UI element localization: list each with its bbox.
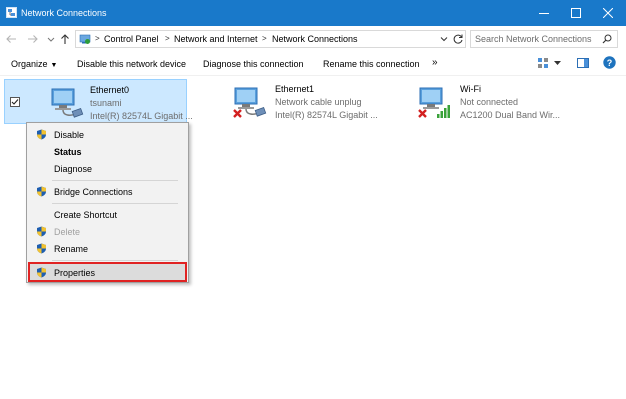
menu-separator (52, 180, 178, 181)
more-commands-button[interactable]: » (432, 57, 438, 68)
up-arrow-icon[interactable] (59, 33, 71, 45)
window-title: Network Connections (21, 8, 107, 18)
menu-item-status[interactable]: Status (28, 143, 187, 160)
close-icon (603, 8, 613, 18)
menu-separator (52, 203, 178, 204)
shield-icon (37, 226, 46, 237)
address-dropdown-icon[interactable] (439, 34, 449, 44)
svg-text:?: ? (607, 58, 613, 68)
address-bar: > Control Panel > Network and Internet >… (0, 26, 626, 52)
connection-item-wifi[interactable]: Wi-Fi Not connected AC1200 Dual Band Wir… (417, 79, 587, 124)
breadcrumb-separator-icon: > (262, 34, 267, 43)
context-menu: Disable Status Diagnose Bridge Connectio… (26, 122, 189, 283)
forward-arrow-icon[interactable] (27, 33, 39, 45)
shield-icon (37, 129, 46, 140)
menu-item-rename[interactable]: Rename (28, 240, 187, 257)
rename-connection-button[interactable]: Rename this connection (323, 59, 420, 69)
close-button[interactable] (592, 0, 624, 26)
organize-label: Organize (11, 59, 48, 69)
breadcrumb-network-and-internet[interactable]: Network and Internet (174, 34, 258, 44)
connection-name: Ethernet0 (90, 85, 130, 95)
caret-down-icon: ▼ (50, 62, 58, 69)
menu-item-bridge-connections[interactable]: Bridge Connections (28, 183, 187, 200)
menu-separator (52, 260, 178, 261)
connection-adapter: Intel(R) 82574L Gigabit ... (90, 111, 193, 121)
menu-item-label: Rename (54, 244, 89, 254)
item-checkbox[interactable] (10, 97, 20, 107)
connection-item-ethernet0[interactable]: Ethernet0 tsunami Intel(R) 82574L Gigabi… (4, 79, 193, 124)
command-bar: Organize ▼ Disable this network device Di… (0, 52, 626, 76)
connection-item-ethernet1[interactable]: Ethernet1 Network cable unplug Intel(R) … (232, 79, 410, 124)
maximize-button[interactable] (560, 0, 592, 26)
help-icon[interactable]: ? (603, 56, 616, 69)
search-box[interactable] (470, 30, 618, 48)
menu-item-delete: Delete (28, 223, 187, 240)
menu-item-label: Properties (54, 268, 96, 278)
address-box[interactable]: > Control Panel > Network and Internet >… (75, 30, 466, 48)
disable-device-button[interactable]: Disable this network device (77, 59, 186, 69)
menu-item-label: Status (54, 147, 82, 157)
wifi-disconnected-icon (418, 87, 450, 118)
breadcrumb-separator-icon: > (165, 34, 170, 43)
checkmark-icon (11, 99, 19, 105)
back-arrow-icon[interactable] (5, 33, 17, 45)
shield-icon (37, 243, 46, 254)
network-connections-icon (6, 7, 17, 18)
breadcrumb-network-connections[interactable]: Network Connections (272, 34, 358, 44)
diagnose-connection-button[interactable]: Diagnose this connection (203, 59, 304, 69)
connection-status: tsunami (90, 98, 122, 108)
menu-item-label: Disable (54, 130, 85, 140)
connection-status: Network cable unplug (275, 97, 362, 107)
minimize-icon (539, 13, 549, 14)
organize-menu[interactable]: Organize ▼ (11, 59, 57, 69)
menu-item-create-shortcut[interactable]: Create Shortcut (28, 206, 187, 223)
search-input[interactable] (475, 32, 595, 46)
menu-item-label: Create Shortcut (54, 210, 118, 220)
menu-item-properties[interactable]: Properties (28, 262, 187, 282)
refresh-icon[interactable] (452, 33, 464, 45)
shield-icon (37, 186, 46, 197)
minimize-button[interactable] (528, 0, 560, 26)
view-options-caret-icon[interactable] (554, 61, 561, 66)
ethernet-disconnected-icon (233, 87, 267, 118)
breadcrumb-separator-icon: > (95, 34, 100, 43)
menu-item-diagnose[interactable]: Diagnose (28, 160, 187, 177)
breadcrumb-control-panel[interactable]: Control Panel (104, 34, 159, 44)
recent-locations-chevron-icon[interactable] (45, 33, 57, 45)
shield-icon (37, 267, 46, 278)
connection-adapter: Intel(R) 82574L Gigabit ... (275, 110, 378, 120)
menu-item-disable[interactable]: Disable (28, 126, 187, 143)
maximize-icon (571, 8, 581, 18)
connection-adapter: AC1200 Dual Band Wir... (460, 110, 561, 120)
menu-item-label: Bridge Connections (54, 187, 133, 197)
connection-name: Wi-Fi (460, 84, 481, 94)
connection-status: Not connected (460, 97, 519, 107)
title-bar: Network Connections (0, 0, 626, 26)
menu-item-label: Diagnose (54, 164, 93, 174)
connection-name: Ethernet1 (275, 84, 315, 94)
change-view-icon[interactable] (537, 57, 549, 69)
menu-item-label: Delete (54, 227, 81, 237)
preview-pane-icon[interactable] (577, 57, 589, 69)
ethernet-icon (51, 88, 84, 118)
search-icon[interactable] (602, 34, 612, 44)
control-panel-icon (79, 34, 91, 44)
